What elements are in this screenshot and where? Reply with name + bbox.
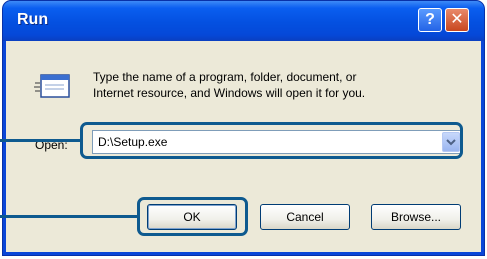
open-field-callout-line xyxy=(0,139,82,142)
ok-button-callout-line xyxy=(0,215,139,218)
browse-button[interactable]: Browse... xyxy=(371,204,461,230)
close-button[interactable]: ✕ xyxy=(445,8,469,32)
ok-button-highlight xyxy=(137,197,248,236)
open-field-highlight xyxy=(80,122,463,159)
description-line-2: Internet resource, and Windows will open… xyxy=(93,86,366,100)
window-title: Run xyxy=(17,11,49,28)
description-line-1: Type the name of a program, folder, docu… xyxy=(93,70,357,84)
run-program-icon xyxy=(34,74,70,98)
cancel-button[interactable]: Cancel xyxy=(260,204,350,230)
dialog-description: Type the name of a program, folder, docu… xyxy=(93,69,453,101)
help-button[interactable]: ? xyxy=(418,8,442,32)
title-bar[interactable]: Run ? ✕ xyxy=(3,1,484,41)
